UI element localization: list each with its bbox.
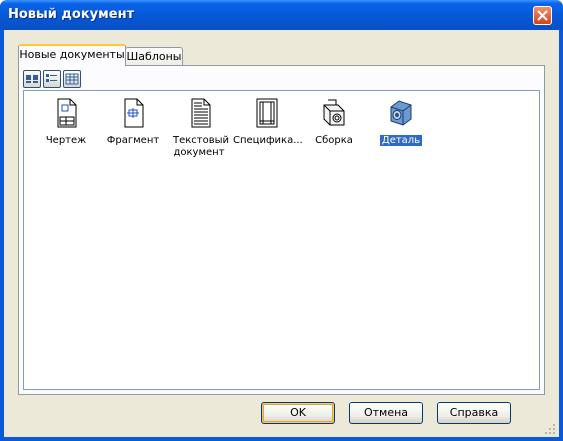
- close-icon: [537, 10, 548, 21]
- details-icon: [65, 73, 79, 85]
- list-item-label: Сборка: [315, 135, 353, 146]
- list-item-text-document[interactable]: Текстовый документ: [164, 97, 236, 158]
- cancel-button[interactable]: Отмена: [349, 402, 423, 424]
- document-type-list: Чертеж Фрагмент Текстовый документ Специ…: [23, 90, 540, 390]
- list-icon: [46, 74, 57, 82]
- close-button[interactable]: [533, 6, 552, 25]
- tab-panel: Чертеж Фрагмент Текстовый документ Специ…: [18, 65, 545, 395]
- tab-templates[interactable]: Шаблоны: [125, 47, 183, 66]
- details-view-button[interactable]: [63, 70, 81, 88]
- list-item-drawing[interactable]: Чертеж: [30, 97, 102, 157]
- list-item-label: Текстовый документ: [172, 135, 230, 158]
- new-document-dialog: Новый документ Новые документы Шаблоны Ч…: [0, 0, 563, 441]
- window-title: Новый документ: [8, 7, 135, 22]
- help-button[interactable]: Справка: [437, 402, 511, 424]
- list-item-specification[interactable]: Специфика...: [231, 97, 303, 157]
- fragment-icon: [124, 98, 144, 128]
- list-view-button[interactable]: [43, 70, 61, 88]
- list-item-label: Чертеж: [45, 135, 87, 146]
- assembly-icon: [323, 99, 345, 126]
- large-icons-view-button[interactable]: [23, 70, 41, 88]
- list-item-fragment[interactable]: Фрагмент: [97, 97, 169, 157]
- list-item-label: Фрагмент: [106, 135, 160, 146]
- list-item-part[interactable]: Деталь: [365, 97, 437, 157]
- large-icons-icon: [26, 75, 38, 83]
- list-item-assembly[interactable]: Сборка: [298, 97, 370, 157]
- resize-grip-icon[interactable]: [543, 422, 556, 435]
- list-item-label: Специфика...: [233, 135, 303, 146]
- specification-icon: [256, 98, 278, 128]
- part-icon: [390, 100, 412, 126]
- tab-new-documents[interactable]: Новые документы: [18, 44, 126, 66]
- list-item-label: Деталь: [379, 135, 423, 146]
- title-bar[interactable]: Новый документ: [0, 0, 563, 30]
- text-document-icon: [191, 98, 211, 128]
- ok-button[interactable]: OK: [261, 402, 335, 424]
- dialog-body: Новые документы Шаблоны Чертеж Фрагмент …: [4, 30, 559, 437]
- drawing-icon: [57, 98, 77, 128]
